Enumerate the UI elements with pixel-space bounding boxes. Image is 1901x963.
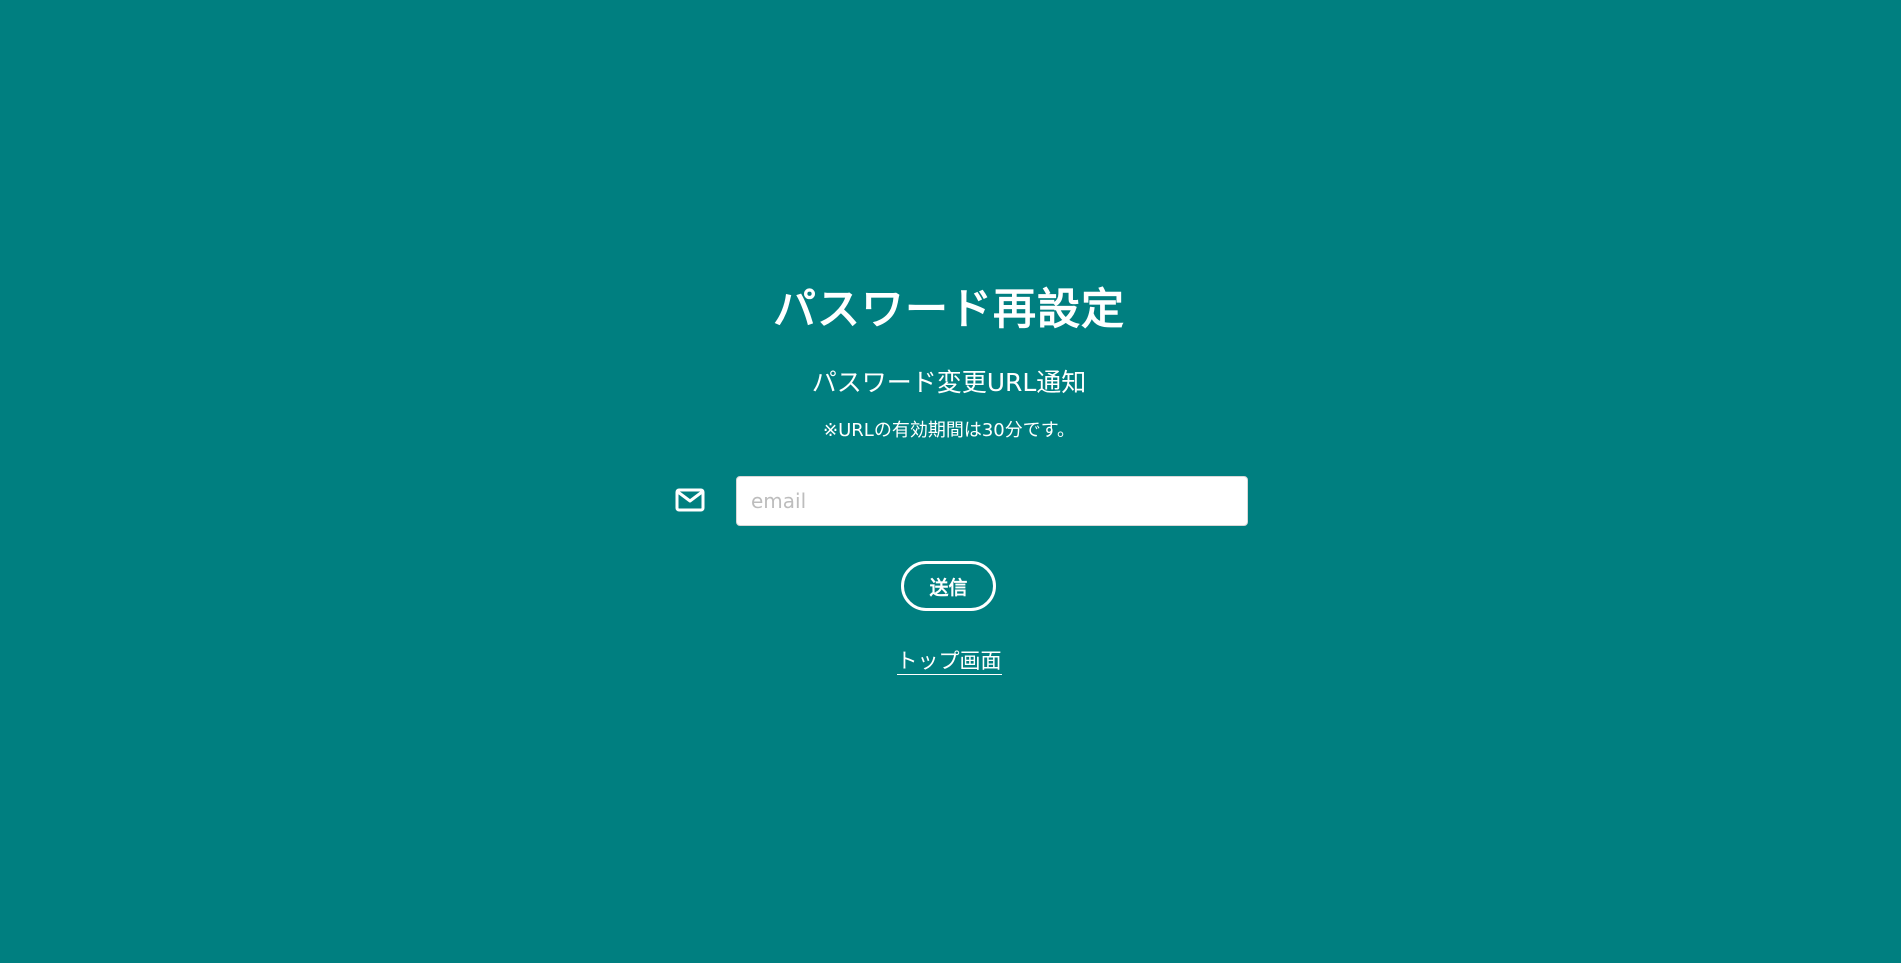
- envelope-icon: [675, 488, 705, 512]
- page-title: パスワード再設定: [773, 285, 1125, 335]
- password-reset-page: パスワード再設定 パスワード変更URL通知 ※URLの有効期間は30分です。 送…: [0, 0, 1901, 963]
- expiry-note: ※URLの有効期間は30分です。: [823, 420, 1075, 441]
- page-subtitle: パスワード変更URL通知: [811, 368, 1087, 397]
- email-input[interactable]: [736, 476, 1248, 526]
- top-page-link[interactable]: トップ画面: [896, 649, 1002, 675]
- submit-button[interactable]: 送信: [901, 561, 996, 611]
- top-link-container: トップ画面: [0, 646, 1898, 676]
